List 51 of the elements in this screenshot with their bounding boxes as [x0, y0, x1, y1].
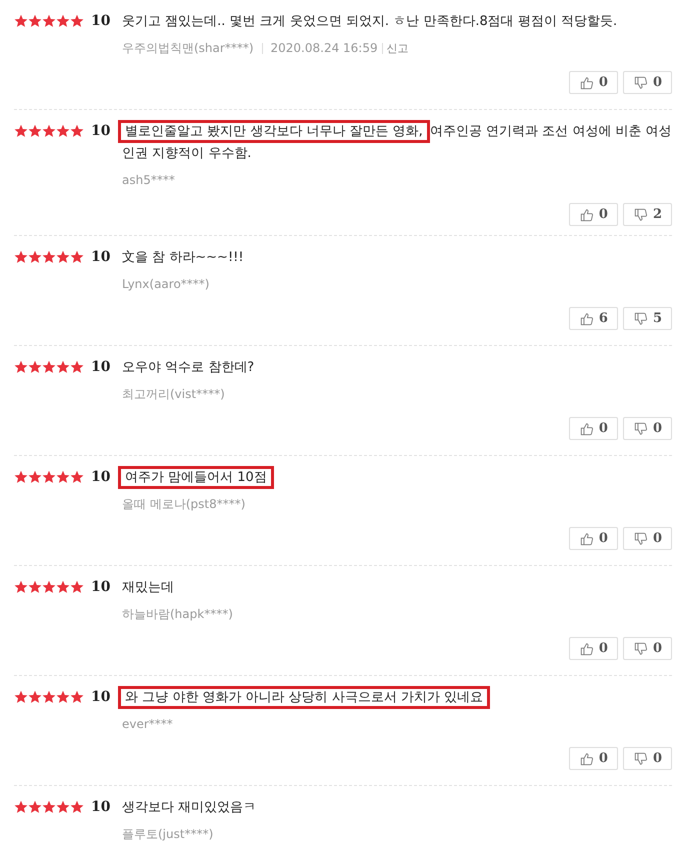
- review-author: 플루토(just****): [122, 826, 214, 842]
- thumbs-up-icon: [580, 752, 594, 766]
- thumbs-up-icon: [580, 312, 594, 326]
- review-text: 오우야 억수로 참한데?: [122, 359, 256, 377]
- review-author: 하늘바람(hapk****): [122, 606, 233, 622]
- like-button[interactable]: 0: [568, 747, 618, 770]
- like-button[interactable]: 0: [568, 203, 618, 226]
- rating-score: 10: [91, 123, 110, 139]
- review-author: 최고꺼리(vist****): [122, 386, 225, 402]
- thumbs-down-icon: [634, 422, 648, 436]
- like-button[interactable]: 0: [568, 71, 618, 94]
- thumbs-down-icon: [634, 312, 648, 326]
- thumbs-down-icon: [634, 532, 648, 546]
- like-button[interactable]: 0: [568, 527, 618, 550]
- thumbs-up-icon: [580, 422, 594, 436]
- rating-score: 10: [91, 359, 110, 375]
- dislike-button[interactable]: 2: [622, 203, 672, 226]
- review-text: 생각보다 재미있었음ㅋ: [122, 799, 258, 817]
- rating-score: 10: [91, 13, 110, 29]
- rating-score: 10: [91, 689, 110, 705]
- thumbs-down-icon: [634, 208, 648, 222]
- dislike-button[interactable]: 5: [622, 307, 672, 330]
- like-button[interactable]: 0: [568, 417, 618, 440]
- review-text: 文을 참 하라~~~!!!: [122, 249, 245, 267]
- rating-score: 10: [91, 249, 110, 265]
- review-author: ash5****: [122, 173, 175, 187]
- thumbs-up-icon: [580, 76, 594, 90]
- review-author: 우주의법칙맨(shar****): [122, 40, 254, 56]
- dislike-button[interactable]: 0: [622, 637, 672, 660]
- review-date: 2020.08.24 16:59: [270, 41, 378, 55]
- thumbs-up-icon: [580, 642, 594, 656]
- thumbs-down-icon: [634, 76, 648, 90]
- rating-score: 10: [91, 799, 110, 815]
- thumbs-up-icon: [580, 208, 594, 222]
- like-button[interactable]: 0: [568, 637, 618, 660]
- report-link[interactable]: 신고: [386, 40, 409, 56]
- review-author: ever****: [122, 717, 173, 731]
- rating-score: 10: [91, 579, 110, 595]
- dislike-button[interactable]: 0: [622, 527, 672, 550]
- review-author: Lynx(aaro****): [122, 277, 210, 291]
- rating-score: 10: [91, 469, 110, 485]
- dislike-button[interactable]: 0: [622, 417, 672, 440]
- thumbs-down-icon: [634, 642, 648, 656]
- review-text: 웃기고 잼있는데.. 몇번 크게 웃었으면 되었지. ㅎ난 만족한다.8점대 평점이 적당할듯.: [122, 13, 618, 31]
- thumbs-up-icon: [580, 532, 594, 546]
- like-button[interactable]: 6: [568, 307, 618, 330]
- dislike-button[interactable]: 0: [622, 747, 672, 770]
- review-author: 올때 메로나(pst8****): [122, 496, 246, 512]
- dislike-button[interactable]: 0: [622, 71, 672, 94]
- review-text: 재밌는데: [122, 579, 175, 597]
- thumbs-down-icon: [634, 752, 648, 766]
